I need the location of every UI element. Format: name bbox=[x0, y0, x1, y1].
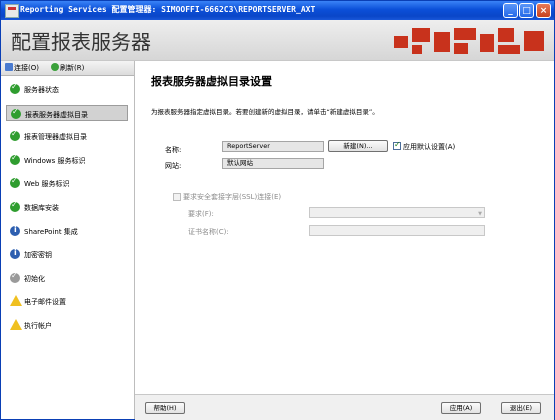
help-button[interactable]: 帮助(H) bbox=[145, 402, 185, 414]
sidebar-item-label: 执行帐户 bbox=[24, 322, 52, 330]
website-label: 网站: bbox=[165, 162, 182, 170]
exit-button[interactable]: 退出(E) bbox=[501, 402, 541, 414]
sidebar-item[interactable]: 执行帐户 bbox=[6, 317, 128, 333]
sidebar: 连接(O) 刷新(R) 服务器状态报表服务器虚拟目录报表管理器虚拟目录 Windo… bbox=[1, 61, 135, 419]
sidebar-item-label: 初始化 bbox=[24, 274, 45, 283]
name-input[interactable]: ReportServer bbox=[222, 141, 324, 152]
sidebar-item-label: 报表服务器虚拟目录 bbox=[25, 110, 88, 119]
sidebar-item[interactable]: 数据库安装 bbox=[6, 199, 128, 215]
warning-icon bbox=[10, 295, 22, 307]
connect-icon bbox=[5, 63, 13, 71]
apply-default-checkbox[interactable] bbox=[393, 140, 401, 150]
connect-button[interactable]: 连接(O) bbox=[5, 63, 39, 73]
app-window: Reporting Services 配置管理器: SIMOOFFI-6662C… bbox=[0, 0, 555, 420]
sidebar-item[interactable]: 初始化 bbox=[6, 270, 128, 286]
maximize-button[interactable]: □ bbox=[519, 3, 534, 18]
sidebar-item-label: 报表管理器虚拟目录 bbox=[24, 133, 87, 142]
connect-label: 连接(O) bbox=[14, 64, 39, 72]
cert-input[interactable] bbox=[309, 225, 485, 236]
sidebar-item-label: Windows 服务标识 bbox=[24, 156, 86, 165]
refresh-label: 刷新(R) bbox=[60, 64, 85, 72]
sidebar-item[interactable]: 电子邮件设置 bbox=[6, 293, 128, 309]
page-title: 配置报表服务器 bbox=[11, 30, 151, 54]
refresh-icon bbox=[51, 63, 59, 71]
main-panel: 报表服务器虚拟目录设置 为报表服务器指定虚拟目录。若要创建新的虚拟目录，请单击“… bbox=[135, 61, 554, 419]
sidebar-item[interactable]: 报表管理器虚拟目录 bbox=[6, 128, 128, 144]
ssl-checkbox[interactable] bbox=[173, 193, 181, 201]
info-icon bbox=[10, 225, 20, 236]
footer-bar: 帮助(H) 应用(A) 退出(E) bbox=[135, 394, 554, 420]
warning-icon bbox=[10, 319, 22, 330]
sidebar-item-label: 加密密钥 bbox=[24, 251, 52, 260]
check-icon bbox=[10, 153, 20, 165]
apply-button[interactable]: 应用(A) bbox=[441, 402, 481, 414]
require-select[interactable]: ▼ bbox=[309, 207, 485, 218]
sidebar-item[interactable]: 服务器状态 bbox=[6, 81, 128, 97]
sidebar-item[interactable]: SharePoint 集成 bbox=[6, 223, 128, 239]
info-icon bbox=[10, 248, 20, 260]
require-label: 要求(F): bbox=[188, 210, 214, 218]
ssl-label: 要求安全套接字层(SSL)连接(E) bbox=[183, 193, 282, 201]
refresh-button[interactable]: 刷新(R) bbox=[51, 63, 84, 73]
check-icon bbox=[11, 107, 21, 119]
name-label: 名称: bbox=[165, 146, 182, 154]
window-title: Reporting Services 配置管理器: SIMOOFFI-6662C… bbox=[20, 5, 316, 14]
website-field: 默认网站 bbox=[222, 158, 324, 169]
sidebar-item[interactable]: Windows 服务标识 bbox=[6, 152, 128, 168]
sidebar-item-label: 服务器状态 bbox=[24, 86, 59, 94]
sidebar-item[interactable]: 报表服务器虚拟目录 bbox=[6, 104, 128, 121]
close-button[interactable]: × bbox=[536, 3, 551, 18]
sidebar-item-label: 电子邮件设置 bbox=[24, 298, 66, 307]
section-heading: 报表服务器虚拟目录设置 bbox=[151, 75, 272, 88]
sidebar-item-label: Web 服务标识 bbox=[24, 180, 70, 189]
new-virtual-directory-button[interactable]: 新建(N)... bbox=[328, 140, 388, 152]
cert-label: 证书名称(C): bbox=[188, 228, 229, 236]
sidebar-item[interactable]: Web 服务标识 bbox=[6, 175, 128, 191]
chevron-down-icon: ▼ bbox=[478, 211, 482, 217]
sidebar-toolbar: 连接(O) 刷新(R) bbox=[1, 61, 134, 76]
page-header: 配置报表服务器 bbox=[1, 20, 554, 61]
check-icon bbox=[10, 82, 20, 94]
title-bar[interactable]: Reporting Services 配置管理器: SIMOOFFI-6662C… bbox=[1, 1, 554, 20]
check-icon bbox=[10, 176, 20, 189]
section-description: 为报表服务器指定虚拟目录。若要创建新的虚拟目录，请单击“新建虚拟目录”。 bbox=[151, 108, 379, 116]
brand-decoration bbox=[394, 28, 544, 56]
apply-default-label: 应用默认设置(A) bbox=[403, 143, 456, 151]
app-icon bbox=[5, 4, 19, 18]
sidebar-item-label: SharePoint 集成 bbox=[24, 227, 78, 236]
sidebar-item-label: 数据库安装 bbox=[24, 204, 59, 212]
check-icon bbox=[10, 129, 20, 142]
sidebar-item[interactable]: 加密密钥 bbox=[6, 246, 128, 262]
check-icon bbox=[10, 200, 20, 212]
minimize-button[interactable]: _ bbox=[503, 3, 518, 18]
check-icon bbox=[10, 271, 20, 283]
